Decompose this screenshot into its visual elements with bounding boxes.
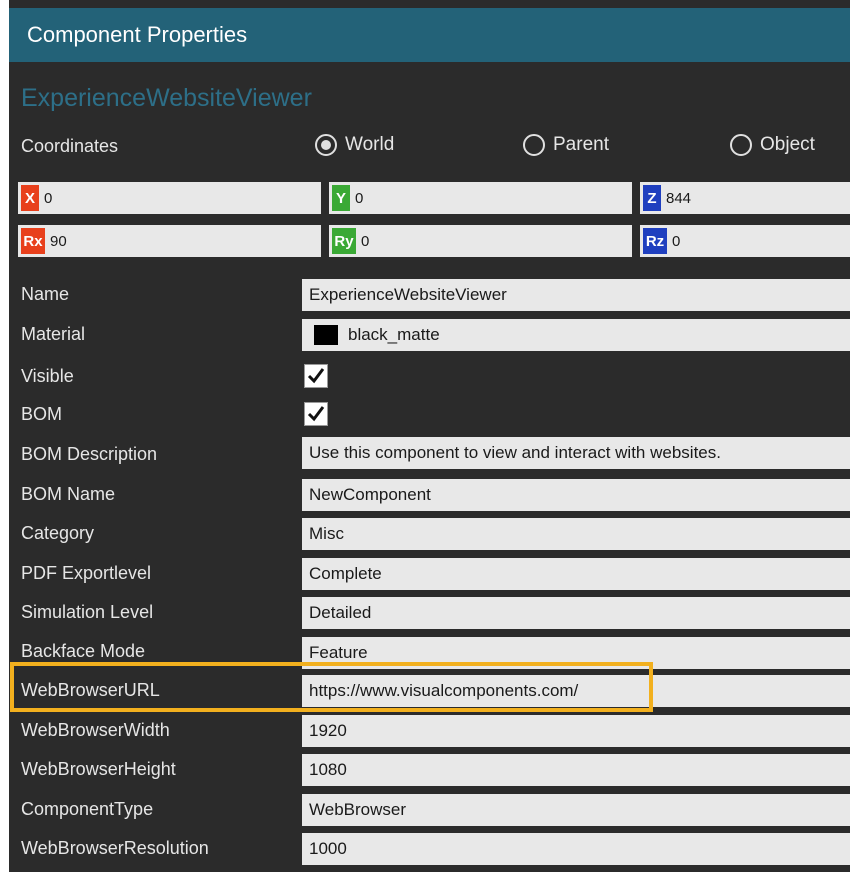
z-input[interactable] xyxy=(640,182,850,214)
component-properties-panel: Component Properties ExperienceWebsiteVi… xyxy=(9,0,850,872)
bom-name-input[interactable] xyxy=(302,479,850,511)
webbrowser-width-field[interactable] xyxy=(302,715,850,747)
ry-input[interactable] xyxy=(329,225,632,257)
component-type-label: ComponentType xyxy=(21,799,154,819)
bom-name-field[interactable] xyxy=(302,479,850,511)
webbrowser-resolution-input[interactable] xyxy=(302,833,850,865)
ry-field[interactable]: Ry xyxy=(329,225,632,257)
webbrowser-resolution-label: WebBrowserResolution xyxy=(21,838,209,858)
radio-unselected-icon xyxy=(730,134,752,156)
radio-parent[interactable]: Parent xyxy=(523,134,609,156)
webbrowser-width-label: WebBrowserWidth xyxy=(21,720,170,740)
radio-unselected-icon xyxy=(523,134,545,156)
visible-label: Visible xyxy=(21,366,74,386)
name-input[interactable] xyxy=(302,279,850,311)
category-input[interactable] xyxy=(302,518,850,550)
radio-object[interactable]: Object xyxy=(730,134,815,156)
pdf-exportlevel-dropdown[interactable] xyxy=(302,558,850,590)
webbrowser-resolution-field[interactable] xyxy=(302,833,850,865)
material-selector[interactable]: black_matte xyxy=(302,319,850,351)
rx-field[interactable]: Rx xyxy=(18,225,321,257)
radio-parent-label: Parent xyxy=(553,134,609,155)
webbrowser-url-field[interactable] xyxy=(302,675,850,707)
x-field[interactable]: X xyxy=(18,182,321,214)
bom-description-field[interactable] xyxy=(302,437,850,469)
material-value: black_matte xyxy=(348,325,440,344)
checkmark-icon xyxy=(307,368,325,384)
panel-titlebar: Component Properties xyxy=(9,8,850,62)
backface-mode-value[interactable] xyxy=(302,637,850,669)
component-name-heading: ExperienceWebsiteViewer xyxy=(21,84,312,112)
radio-selected-icon xyxy=(315,134,337,156)
visible-checkbox[interactable] xyxy=(304,364,328,388)
bom-name-label: BOM Name xyxy=(21,484,116,504)
rz-field[interactable]: Rz xyxy=(640,225,850,257)
y-field[interactable]: Y xyxy=(329,182,632,214)
material-color-swatch xyxy=(314,325,338,345)
webbrowser-url-input[interactable] xyxy=(302,675,850,707)
bom-label: BOM xyxy=(21,404,63,424)
y-input[interactable] xyxy=(329,182,632,214)
pdf-exportlevel-value[interactable] xyxy=(302,558,850,590)
simulation-level-dropdown[interactable] xyxy=(302,597,850,629)
bom-description-label: BOM Description xyxy=(21,444,158,464)
rz-input[interactable] xyxy=(640,225,850,257)
rx-input[interactable] xyxy=(18,225,321,257)
name-label: Name xyxy=(21,284,70,304)
radio-world[interactable]: World xyxy=(315,134,394,156)
pdf-exportlevel-label: PDF Exportlevel xyxy=(21,563,152,583)
checkmark-icon xyxy=(307,406,325,422)
z-field[interactable]: Z xyxy=(640,182,850,214)
backface-mode-label: Backface Mode xyxy=(21,641,146,661)
name-field[interactable] xyxy=(302,279,850,311)
material-label: Material xyxy=(21,324,86,344)
webbrowser-height-label: WebBrowserHeight xyxy=(21,759,176,779)
panel-title: Component Properties xyxy=(27,22,248,47)
category-field[interactable] xyxy=(302,518,850,550)
webbrowser-height-field[interactable] xyxy=(302,754,850,786)
x-input[interactable] xyxy=(18,182,321,214)
category-label: Category xyxy=(21,523,95,543)
simulation-level-label: Simulation Level xyxy=(21,602,154,622)
backface-mode-dropdown[interactable] xyxy=(302,637,850,669)
simulation-level-value[interactable] xyxy=(302,597,850,629)
webbrowser-url-label: WebBrowserURL xyxy=(21,680,160,700)
webbrowser-height-input[interactable] xyxy=(302,754,850,786)
bom-description-input[interactable] xyxy=(302,437,850,469)
bom-checkbox[interactable] xyxy=(304,402,328,426)
webbrowser-width-input[interactable] xyxy=(302,715,850,747)
radio-object-label: Object xyxy=(760,134,815,155)
component-type-field[interactable] xyxy=(302,794,850,826)
radio-world-label: World xyxy=(345,134,395,155)
component-type-input[interactable] xyxy=(302,794,850,826)
coordinates-label: Coordinates xyxy=(21,136,119,156)
